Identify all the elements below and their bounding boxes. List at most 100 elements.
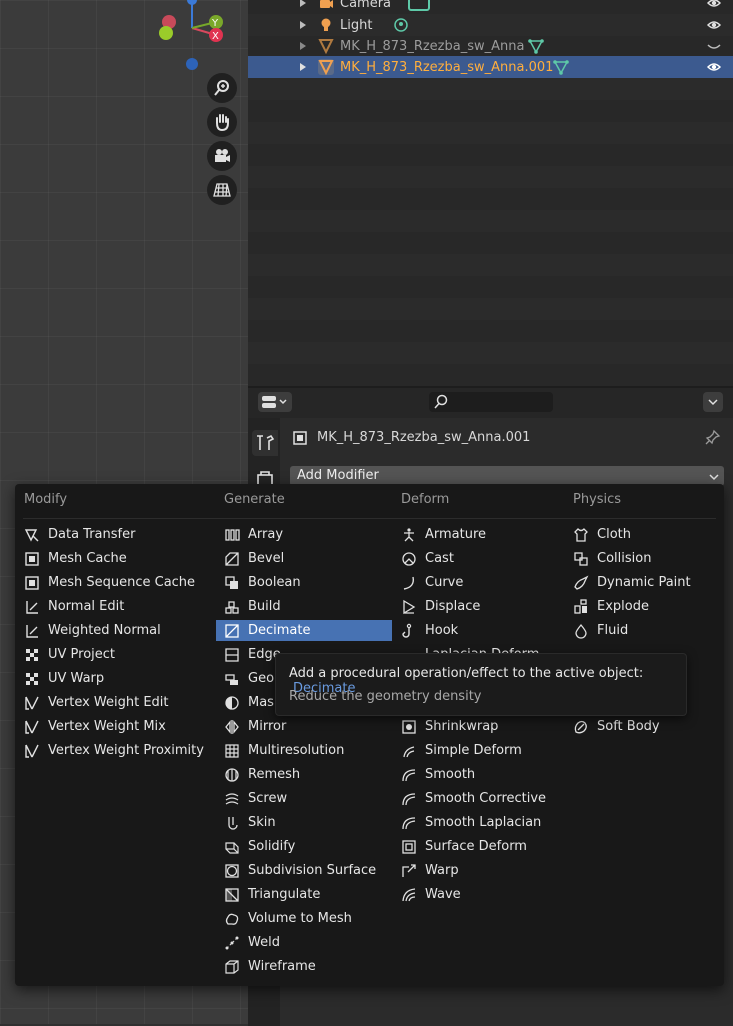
menu-item-uv-project[interactable]: UV Project	[24, 644, 204, 665]
menu-item-warp[interactable]: Warp	[401, 860, 561, 881]
menu-item-fluid[interactable]: Fluid	[573, 620, 713, 641]
menu-item-cast[interactable]: Cast	[401, 548, 561, 569]
menu-item-dynamic-paint[interactable]: Dynamic Paint	[573, 572, 713, 593]
menu-item-smooth-laplacian[interactable]: Smooth Laplacian	[401, 812, 561, 833]
outliner-item-name[interactable]: MK_H_873_Rzezba_sw_Anna	[340, 39, 524, 54]
menu-item-vertex-weight-mix[interactable]: Vertex Weight Mix	[24, 716, 204, 737]
menu-item-simple-deform[interactable]: Simple Deform	[401, 740, 561, 761]
expand-arrow-icon[interactable]	[300, 42, 306, 50]
wrench-icon	[257, 434, 275, 450]
menu-item-data-transfer[interactable]: Data Transfer	[24, 524, 204, 545]
menu-item-volume-to-mesh[interactable]: Volume to Mesh	[224, 908, 392, 929]
menu-item-decimate[interactable]: Decimate	[216, 620, 392, 641]
menu-item-uv-warp[interactable]: UV Warp	[24, 668, 204, 689]
zoom-button[interactable]	[207, 73, 237, 103]
pan-button[interactable]	[207, 107, 237, 137]
outliner[interactable]: Camera Light MK_H_873_Rzezba_sw_Anna MK_…	[248, 0, 733, 386]
mesh-cache-icon	[25, 551, 39, 566]
tab-tool[interactable]	[252, 430, 278, 456]
outliner-row-mesh-selected[interactable]: MK_H_873_Rzezba_sw_Anna.001	[248, 56, 733, 78]
mesh-data-icon[interactable]	[553, 59, 569, 75]
remesh-icon	[225, 767, 239, 782]
eye-closed-icon[interactable]	[707, 39, 721, 53]
tooltip: Add a procedural operation/effect to the…	[275, 653, 687, 716]
mesh-object-icon	[318, 59, 334, 75]
outliner-item-name[interactable]: Light	[340, 18, 372, 33]
multiresolution-icon	[225, 743, 239, 758]
light-data-icon[interactable]	[393, 17, 409, 33]
menu-item-soft-body[interactable]: Soft Body	[573, 716, 713, 737]
menu-item-explode[interactable]: Explode	[573, 596, 713, 617]
mesh-data-icon[interactable]	[528, 38, 544, 54]
armature-icon	[404, 527, 414, 541]
outliner-item-name[interactable]: Camera	[340, 0, 391, 11]
menu-item-boolean[interactable]: Boolean	[224, 572, 392, 593]
menu-item-bevel[interactable]: Bevel	[224, 548, 392, 569]
expand-arrow-icon[interactable]	[300, 21, 306, 29]
menu-item-surface-deform[interactable]: Surface Deform	[401, 836, 561, 857]
navigation-gizmo[interactable]: Y X	[150, 0, 240, 75]
menu-item-weighted-normal[interactable]: Weighted Normal	[24, 620, 204, 641]
menu-item-smooth[interactable]: Smooth	[401, 764, 561, 785]
light-object-icon	[318, 17, 334, 33]
camera-data-icon[interactable]	[408, 0, 430, 11]
menu-item-curve[interactable]: Curve	[401, 572, 561, 593]
menu-item-vertex-weight-proximity[interactable]: Vertex Weight Proximity	[24, 740, 209, 761]
menu-item-shrinkwrap[interactable]: Shrinkwrap	[401, 716, 561, 737]
menu-item-weld[interactable]: Weld	[224, 932, 392, 953]
mirror-icon	[225, 719, 239, 734]
screw-icon	[225, 792, 239, 805]
perspective-toggle-button[interactable]	[207, 175, 237, 205]
menu-item-screw[interactable]: Screw	[224, 788, 392, 809]
camera-view-button[interactable]	[207, 141, 237, 171]
outliner-row-light[interactable]: Light	[248, 14, 733, 36]
menu-item-mirror[interactable]: Mirror	[224, 716, 392, 737]
menu-item-mesh-sequence-cache[interactable]: Mesh Sequence Cache	[24, 572, 204, 593]
outliner-row-camera[interactable]: Camera	[248, 0, 733, 14]
add-modifier-button[interactable]: Add Modifier	[290, 466, 724, 486]
shrinkwrap-icon	[402, 719, 416, 734]
expand-arrow-icon[interactable]	[300, 0, 306, 7]
outliner-item-name[interactable]: MK_H_873_Rzezba_sw_Anna.001	[340, 60, 553, 75]
menu-item-wireframe[interactable]: Wireframe	[224, 956, 392, 977]
menu-item-skin[interactable]: Skin	[224, 812, 392, 833]
menu-item-normal-edit[interactable]: Normal Edit	[24, 596, 204, 617]
menu-item-wave[interactable]: Wave	[401, 884, 561, 905]
menu-item-triangulate[interactable]: Triangulate	[224, 884, 392, 905]
eye-icon[interactable]	[707, 0, 721, 10]
vertex-weight-mix-icon	[25, 720, 39, 734]
menu-item-array[interactable]: Array	[224, 524, 392, 545]
skin-icon	[228, 816, 238, 830]
mesh-object-icon	[318, 38, 334, 54]
warp-icon	[402, 863, 416, 877]
menu-item-build[interactable]: Build	[224, 596, 392, 617]
menu-item-armature[interactable]: Armature	[401, 524, 561, 545]
menu-item-cloth[interactable]: Cloth	[573, 524, 713, 545]
smooth-corrective-icon	[402, 792, 416, 805]
menu-item-smooth-corrective[interactable]: Smooth Corrective	[401, 788, 561, 809]
options-dropdown-button[interactable]	[703, 392, 723, 412]
outliner-row-mesh[interactable]: MK_H_873_Rzezba_sw_Anna	[248, 35, 733, 57]
menu-item-vertex-weight-edit[interactable]: Vertex Weight Edit	[24, 692, 204, 713]
expand-arrow-icon[interactable]	[300, 63, 306, 71]
eye-icon[interactable]	[707, 60, 721, 74]
search-input[interactable]	[429, 392, 553, 412]
menu-item-collision[interactable]: Collision	[573, 548, 713, 569]
editor-type-button[interactable]	[258, 392, 292, 412]
data-transfer-icon	[24, 528, 39, 542]
gizmo-axes-icon: Y X	[159, 0, 223, 70]
eye-icon[interactable]	[707, 18, 721, 32]
menu-item-displace[interactable]: Displace	[401, 596, 561, 617]
column-header-modify: Modify	[24, 492, 68, 507]
menu-item-multiresolution[interactable]: Multiresolution	[224, 740, 392, 761]
camera-object-icon	[318, 0, 334, 11]
grid-icon	[213, 183, 231, 197]
outliner-empty-row	[248, 122, 733, 144]
explode-icon	[574, 598, 587, 614]
menu-item-hook[interactable]: Hook	[401, 620, 561, 641]
menu-item-subdivision-surface[interactable]: Subdivision Surface	[224, 860, 392, 881]
menu-item-remesh[interactable]: Remesh	[224, 764, 392, 785]
pin-icon[interactable]	[705, 429, 721, 445]
menu-item-solidify[interactable]: Solidify	[224, 836, 392, 857]
menu-item-mesh-cache[interactable]: Mesh Cache	[24, 548, 204, 569]
